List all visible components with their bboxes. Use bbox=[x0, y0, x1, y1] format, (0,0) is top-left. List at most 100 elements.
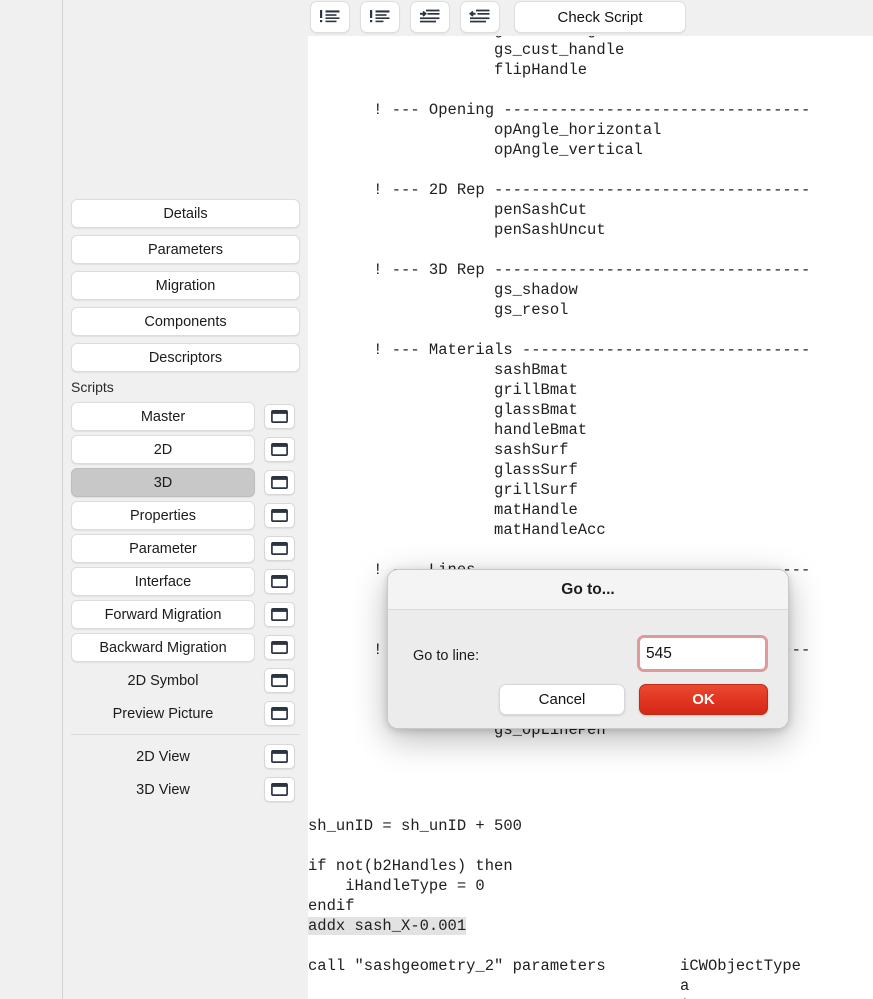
code-line: ! --- 2D Rep ---------------------------… bbox=[308, 181, 811, 199]
app-window: Details Parameters Migration Components … bbox=[0, 0, 873, 999]
open-window-icon-preview-picture[interactable] bbox=[264, 701, 295, 726]
sidebar-button-details[interactable]: Details bbox=[71, 199, 300, 228]
code-line: ! --- 3D Rep ---------------------------… bbox=[308, 261, 811, 279]
code-line: gs_resol bbox=[308, 301, 569, 319]
indent-left-icon[interactable] bbox=[460, 1, 500, 33]
open-window-icon-forward-migration[interactable] bbox=[264, 602, 295, 627]
sidebar-button-parameters[interactable]: Parameters bbox=[71, 235, 300, 264]
code-bottom-block: sh_unID = sh_unID + 500 if not(b2Handles… bbox=[308, 816, 873, 999]
view-button-3d-view[interactable]: 3D View bbox=[71, 775, 255, 804]
indent-right-icon[interactable] bbox=[410, 1, 450, 33]
code-line: glassSurf bbox=[308, 461, 578, 479]
open-window-icon-interface[interactable] bbox=[264, 569, 295, 594]
open-window-icon-2d-symbol[interactable] bbox=[264, 668, 295, 693]
sidebar-button-components[interactable]: Components bbox=[71, 307, 300, 336]
code-line: opAngle_vertical bbox=[308, 141, 643, 159]
sidebar-buttons: Details Parameters Migration Components … bbox=[71, 199, 300, 808]
code-line: flipHandle bbox=[308, 61, 588, 79]
code-line: sashBmat bbox=[308, 361, 569, 379]
script-row-forward-migration: Forward Migration bbox=[71, 600, 300, 629]
script-row-preview-picture: Preview Picture bbox=[71, 699, 300, 728]
code-line: matHandleAcc bbox=[308, 521, 606, 539]
open-window-icon-parameter[interactable] bbox=[264, 536, 295, 561]
script-row-3d: 3D bbox=[71, 468, 300, 497]
code-line: penSashCut bbox=[308, 201, 588, 219]
goto-line-input[interactable] bbox=[640, 639, 765, 668]
code-line: endif bbox=[308, 897, 355, 915]
editor-toolbar: Check Script bbox=[308, 0, 873, 36]
script-list-icon[interactable] bbox=[69, 124, 105, 154]
script-button-2d[interactable]: 2D bbox=[71, 435, 255, 464]
preview-picture[interactable] bbox=[108, 0, 300, 188]
open-window-icon-3d-view[interactable] bbox=[264, 777, 295, 802]
check-script-button[interactable]: Check Script bbox=[514, 1, 686, 33]
code-line: grillBmat bbox=[308, 381, 578, 399]
preview-drawing bbox=[137, 13, 271, 167]
uncomment-lines-icon[interactable] bbox=[360, 1, 400, 33]
script-row-properties: Properties bbox=[71, 501, 300, 530]
script-button-preview-picture[interactable]: Preview Picture bbox=[71, 699, 255, 728]
script-button-properties[interactable]: Properties bbox=[71, 501, 255, 530]
script-button-3d[interactable]: 3D bbox=[71, 468, 255, 497]
dialog-body: Go to line: Cancel OK bbox=[388, 610, 788, 728]
open-window-icon-master[interactable] bbox=[264, 404, 295, 429]
goto-dialog: Go to... Go to line: Cancel OK bbox=[387, 569, 789, 729]
code-line: penSashUncut bbox=[308, 221, 606, 239]
open-window-icon-3d[interactable] bbox=[264, 470, 295, 495]
code-line: sh_unID = sh_unID + 500 bbox=[308, 817, 522, 835]
script-row-2d-view: 2D View bbox=[71, 742, 300, 771]
script-row-parameter: Parameter bbox=[71, 534, 300, 563]
script-row-2d-symbol: 2D Symbol bbox=[71, 666, 300, 695]
code-line: sashSurf bbox=[308, 441, 569, 459]
goto-line-label: Go to line: bbox=[413, 648, 480, 664]
ok-button[interactable]: OK bbox=[639, 684, 768, 715]
code-line: call "sashgeometry_2" parameters iCWObje… bbox=[308, 957, 801, 975]
open-window-icon-backward-migration[interactable] bbox=[264, 635, 295, 660]
code-line: matHandle bbox=[308, 501, 578, 519]
open-window-icon-properties[interactable] bbox=[264, 503, 295, 528]
script-button-master[interactable]: Master bbox=[71, 402, 255, 431]
code-line: gs_shadow bbox=[308, 281, 578, 299]
script-button-interface[interactable]: Interface bbox=[71, 567, 255, 596]
code-line: addx sash_X-0.001 bbox=[308, 917, 467, 935]
script-row-3d-view: 3D View bbox=[71, 775, 300, 804]
sidebar-button-migration[interactable]: Migration bbox=[71, 271, 300, 300]
open-window-icon-2d[interactable] bbox=[264, 437, 295, 462]
script-button-backward-migration[interactable]: Backward Migration bbox=[71, 633, 255, 662]
view-button-2d-view[interactable]: 2D View bbox=[71, 742, 255, 771]
script-button-forward-migration[interactable]: Forward Migration bbox=[71, 600, 255, 629]
code-line: grillSurf bbox=[308, 481, 578, 499]
cube-3d-icon[interactable] bbox=[69, 93, 105, 123]
code-line: ! --- Materials ------------------------… bbox=[308, 341, 811, 359]
script-row-2d: 2D bbox=[71, 435, 300, 464]
code-line: a bbox=[308, 977, 690, 995]
cancel-button[interactable]: Cancel bbox=[499, 684, 625, 715]
copy-shape-icon[interactable] bbox=[69, 0, 105, 30]
script-button-parameter[interactable]: Parameter bbox=[71, 534, 255, 563]
script-row-master: Master bbox=[71, 402, 300, 431]
script-row-interface: Interface bbox=[71, 567, 300, 596]
code-line: ! --- Opening --------------------------… bbox=[308, 101, 811, 119]
square-icon[interactable] bbox=[69, 29, 105, 59]
code-line: if not(b2Handles) then bbox=[308, 857, 513, 875]
sidebar-button-descriptors[interactable]: Descriptors bbox=[71, 343, 300, 372]
code-editor[interactable]: gs_han_height gs_cust_handle flipHandle … bbox=[308, 36, 873, 999]
sidebar-divider bbox=[71, 734, 300, 735]
script-row-backward-migration: Backward Migration bbox=[71, 633, 300, 662]
code-line: opAngle_horizontal bbox=[308, 121, 662, 139]
code-line: glassBmat bbox=[308, 401, 578, 419]
comment-lines-icon[interactable] bbox=[310, 1, 350, 33]
hatched-shape-icon[interactable] bbox=[69, 62, 105, 92]
script-button-2d-symbol[interactable]: 2D Symbol bbox=[71, 666, 255, 695]
open-window-icon-2d-view[interactable] bbox=[264, 744, 295, 769]
scripts-section-label: Scripts bbox=[71, 379, 114, 395]
code-line: handleBmat bbox=[308, 421, 588, 439]
code-line: gs_cust_handle bbox=[308, 41, 625, 59]
